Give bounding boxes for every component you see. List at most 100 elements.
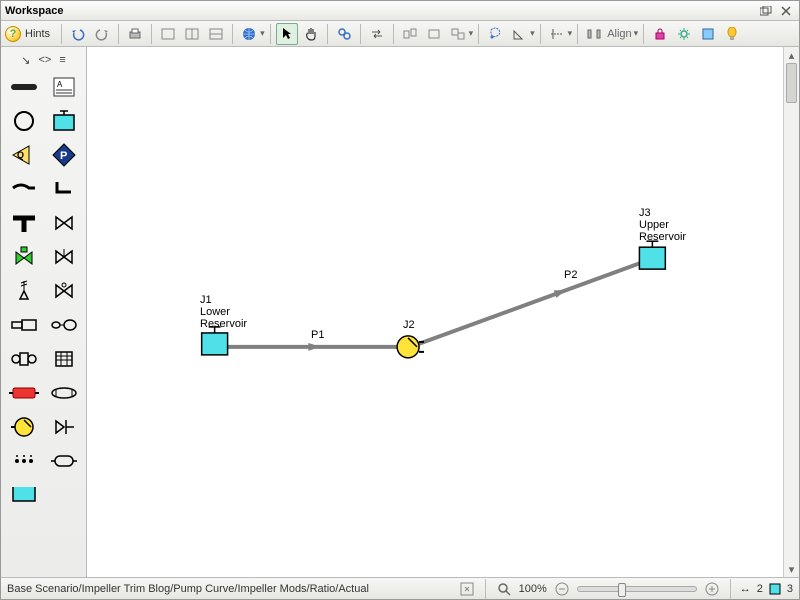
lasso-tool[interactable] xyxy=(484,23,506,45)
j1-name-label: Lower Reservoir xyxy=(200,306,247,330)
palette-branch[interactable] xyxy=(7,107,41,135)
junction-j3-reservoir[interactable] xyxy=(639,241,665,269)
palette-tab-1[interactable]: ↘ xyxy=(21,54,30,67)
scroll-up-button[interactable]: ▴ xyxy=(784,47,799,63)
diagram-svg xyxy=(87,47,783,577)
separator xyxy=(327,24,328,44)
hints-icon[interactable]: ? xyxy=(5,26,21,42)
group-tool-3[interactable] xyxy=(447,23,469,45)
palette-valve-1[interactable] xyxy=(47,209,81,237)
palette-spray[interactable] xyxy=(7,447,41,475)
palette-check-valve[interactable] xyxy=(47,413,81,441)
separator xyxy=(270,24,271,44)
dropdown-icon[interactable]: ▾ xyxy=(634,28,639,39)
p1-label: P1 xyxy=(311,329,324,341)
zoom-slider[interactable] xyxy=(577,586,697,592)
pipe-p2[interactable] xyxy=(416,261,645,345)
palette-assigned-pressure[interactable]: P xyxy=(47,141,81,169)
separator xyxy=(360,24,361,44)
palette-assigned-flow[interactable]: Q xyxy=(7,141,41,169)
zoom-out-button[interactable] xyxy=(553,581,571,597)
window-tool-1[interactable] xyxy=(157,23,179,45)
palette-volume[interactable] xyxy=(47,447,81,475)
dropdown-icon[interactable]: ▾ xyxy=(260,28,265,39)
dropdown-icon[interactable]: ▾ xyxy=(530,28,535,39)
settings-button[interactable] xyxy=(673,23,695,45)
separator xyxy=(577,24,578,44)
scroll-down-button[interactable]: ▾ xyxy=(784,561,799,577)
junction-count: 3 xyxy=(787,583,793,595)
scroll-thumb[interactable] xyxy=(786,63,797,103)
palette-elbow[interactable] xyxy=(47,175,81,203)
hints-button[interactable]: Hints xyxy=(25,28,50,40)
palette-tab-3[interactable]: ≡ xyxy=(59,54,65,66)
palette-tank[interactable] xyxy=(7,481,41,509)
separator xyxy=(478,24,479,44)
dropdown-icon[interactable]: ▾ xyxy=(568,28,573,39)
junction-j2-pump[interactable] xyxy=(397,336,424,358)
palette-orifice[interactable] xyxy=(7,345,41,373)
pipe-count-icon: ↔ xyxy=(740,583,751,595)
redo-button[interactable] xyxy=(91,23,113,45)
main-toolbar: ? Hints ▾ ▾ ▾ ▾ Align ▾ xyxy=(1,21,799,47)
separator xyxy=(730,579,731,599)
palette-pipe[interactable] xyxy=(7,73,41,101)
distribute-tool[interactable] xyxy=(583,23,605,45)
group-tool-1[interactable] xyxy=(399,23,421,45)
separator xyxy=(61,24,62,44)
globe-button[interactable] xyxy=(238,23,260,45)
swap-button[interactable] xyxy=(366,23,388,45)
window-tool-3[interactable] xyxy=(205,23,227,45)
palette-pump[interactable] xyxy=(7,413,41,441)
j2-id-label: J2 xyxy=(403,319,415,331)
find-button[interactable] xyxy=(333,23,355,45)
svg-text:P: P xyxy=(60,150,67,162)
separator xyxy=(393,24,394,44)
palette-area-change-2[interactable] xyxy=(47,311,81,339)
zoom-extents-button[interactable] xyxy=(458,581,476,597)
vertical-scrollbar[interactable]: ▴ ▾ xyxy=(783,47,799,577)
align-button[interactable]: Align xyxy=(607,28,631,40)
group-tool-2[interactable] xyxy=(423,23,445,45)
palette-general-component[interactable] xyxy=(47,379,81,407)
palette-tee[interactable] xyxy=(7,209,41,237)
palette-reservoir[interactable] xyxy=(47,107,81,135)
separator xyxy=(485,579,486,599)
zoom-slider-thumb[interactable] xyxy=(618,583,626,597)
workspace-canvas[interactable]: J1 Lower Reservoir P1 J2 P2 J3 Upper Res… xyxy=(87,47,799,577)
status-bar: Base Scenario/Impeller Trim Blog/Pump Cu… xyxy=(1,577,799,599)
pipe-p1-arrow xyxy=(308,343,320,351)
dimension-tool[interactable] xyxy=(546,23,568,45)
palette-relief-valve[interactable] xyxy=(7,277,41,305)
palette-valve-3[interactable] xyxy=(47,277,81,305)
separator xyxy=(232,24,233,44)
palette-heat-exchanger[interactable] xyxy=(7,379,41,407)
print-button[interactable] xyxy=(124,23,146,45)
lock-button[interactable] xyxy=(649,23,671,45)
window-tool-2[interactable] xyxy=(181,23,203,45)
separator xyxy=(540,24,541,44)
magnifier-icon[interactable] xyxy=(495,581,513,597)
palette-area-change-1[interactable] xyxy=(7,311,41,339)
palette-control-valve[interactable] xyxy=(7,243,41,271)
restore-button[interactable] xyxy=(757,4,775,18)
palette-bend[interactable] xyxy=(7,175,41,203)
zoom-level: 100% xyxy=(519,583,547,595)
zoom-in-button[interactable] xyxy=(703,581,721,597)
separator xyxy=(118,24,119,44)
j3-name-label: Upper Reservoir xyxy=(639,219,686,243)
palette-tab-2[interactable]: <> xyxy=(38,54,51,66)
palette-screen[interactable] xyxy=(47,345,81,373)
junction-j1-reservoir[interactable] xyxy=(202,327,228,355)
tip-button[interactable] xyxy=(721,23,743,45)
title-bar: Workspace xyxy=(1,1,799,21)
palette-valve-2[interactable] xyxy=(47,243,81,271)
undo-button[interactable] xyxy=(67,23,89,45)
angle-tool[interactable] xyxy=(508,23,530,45)
layers-button[interactable] xyxy=(697,23,719,45)
pointer-tool[interactable] xyxy=(276,23,298,45)
close-button[interactable] xyxy=(777,4,795,18)
palette-annotation[interactable]: A xyxy=(47,73,81,101)
dropdown-icon[interactable]: ▾ xyxy=(469,28,474,39)
pan-tool[interactable] xyxy=(300,23,322,45)
